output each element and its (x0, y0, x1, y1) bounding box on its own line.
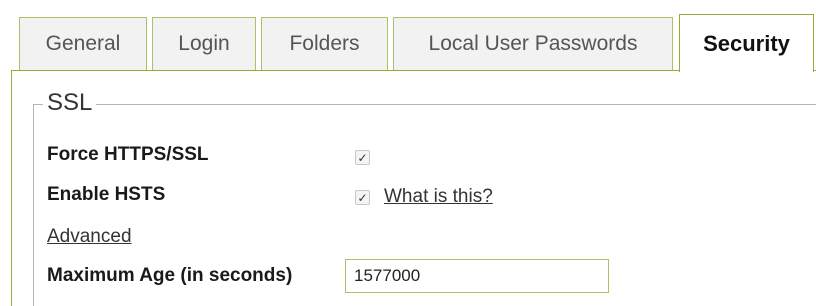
tab-folders[interactable]: Folders (261, 17, 388, 70)
force-https-checkbox[interactable]: ✓ (355, 150, 370, 165)
advanced-link[interactable]: Advanced (47, 226, 132, 248)
tab-general-label: General (45, 32, 121, 55)
maximum-age-input[interactable] (345, 259, 609, 293)
checkmark-icon: ✓ (357, 150, 368, 165)
tab-login-label: Login (178, 32, 230, 55)
tab-security[interactable]: Security (679, 14, 814, 72)
enable-hsts-label: Enable HSTS (47, 184, 166, 205)
what-is-this-link[interactable]: What is this? (384, 186, 493, 208)
tab-general[interactable]: General (19, 17, 147, 70)
checkmark-icon: ✓ (357, 190, 368, 205)
tab-login[interactable]: Login (152, 17, 256, 70)
ssl-legend: SSL (43, 89, 97, 117)
tab-folders-label: Folders (289, 32, 360, 55)
tab-bar: General Login Folders Local User Passwor… (0, 0, 816, 72)
tab-local-user-passwords[interactable]: Local User Passwords (393, 17, 673, 70)
maximum-age-label: Maximum Age (in seconds) (47, 265, 293, 286)
tab-security-label: Security (703, 30, 790, 56)
force-https-label: Force HTTPS/SSL (47, 144, 209, 165)
enable-hsts-checkbox[interactable]: ✓ (355, 190, 370, 205)
tab-local-user-passwords-label: Local User Passwords (428, 32, 638, 55)
